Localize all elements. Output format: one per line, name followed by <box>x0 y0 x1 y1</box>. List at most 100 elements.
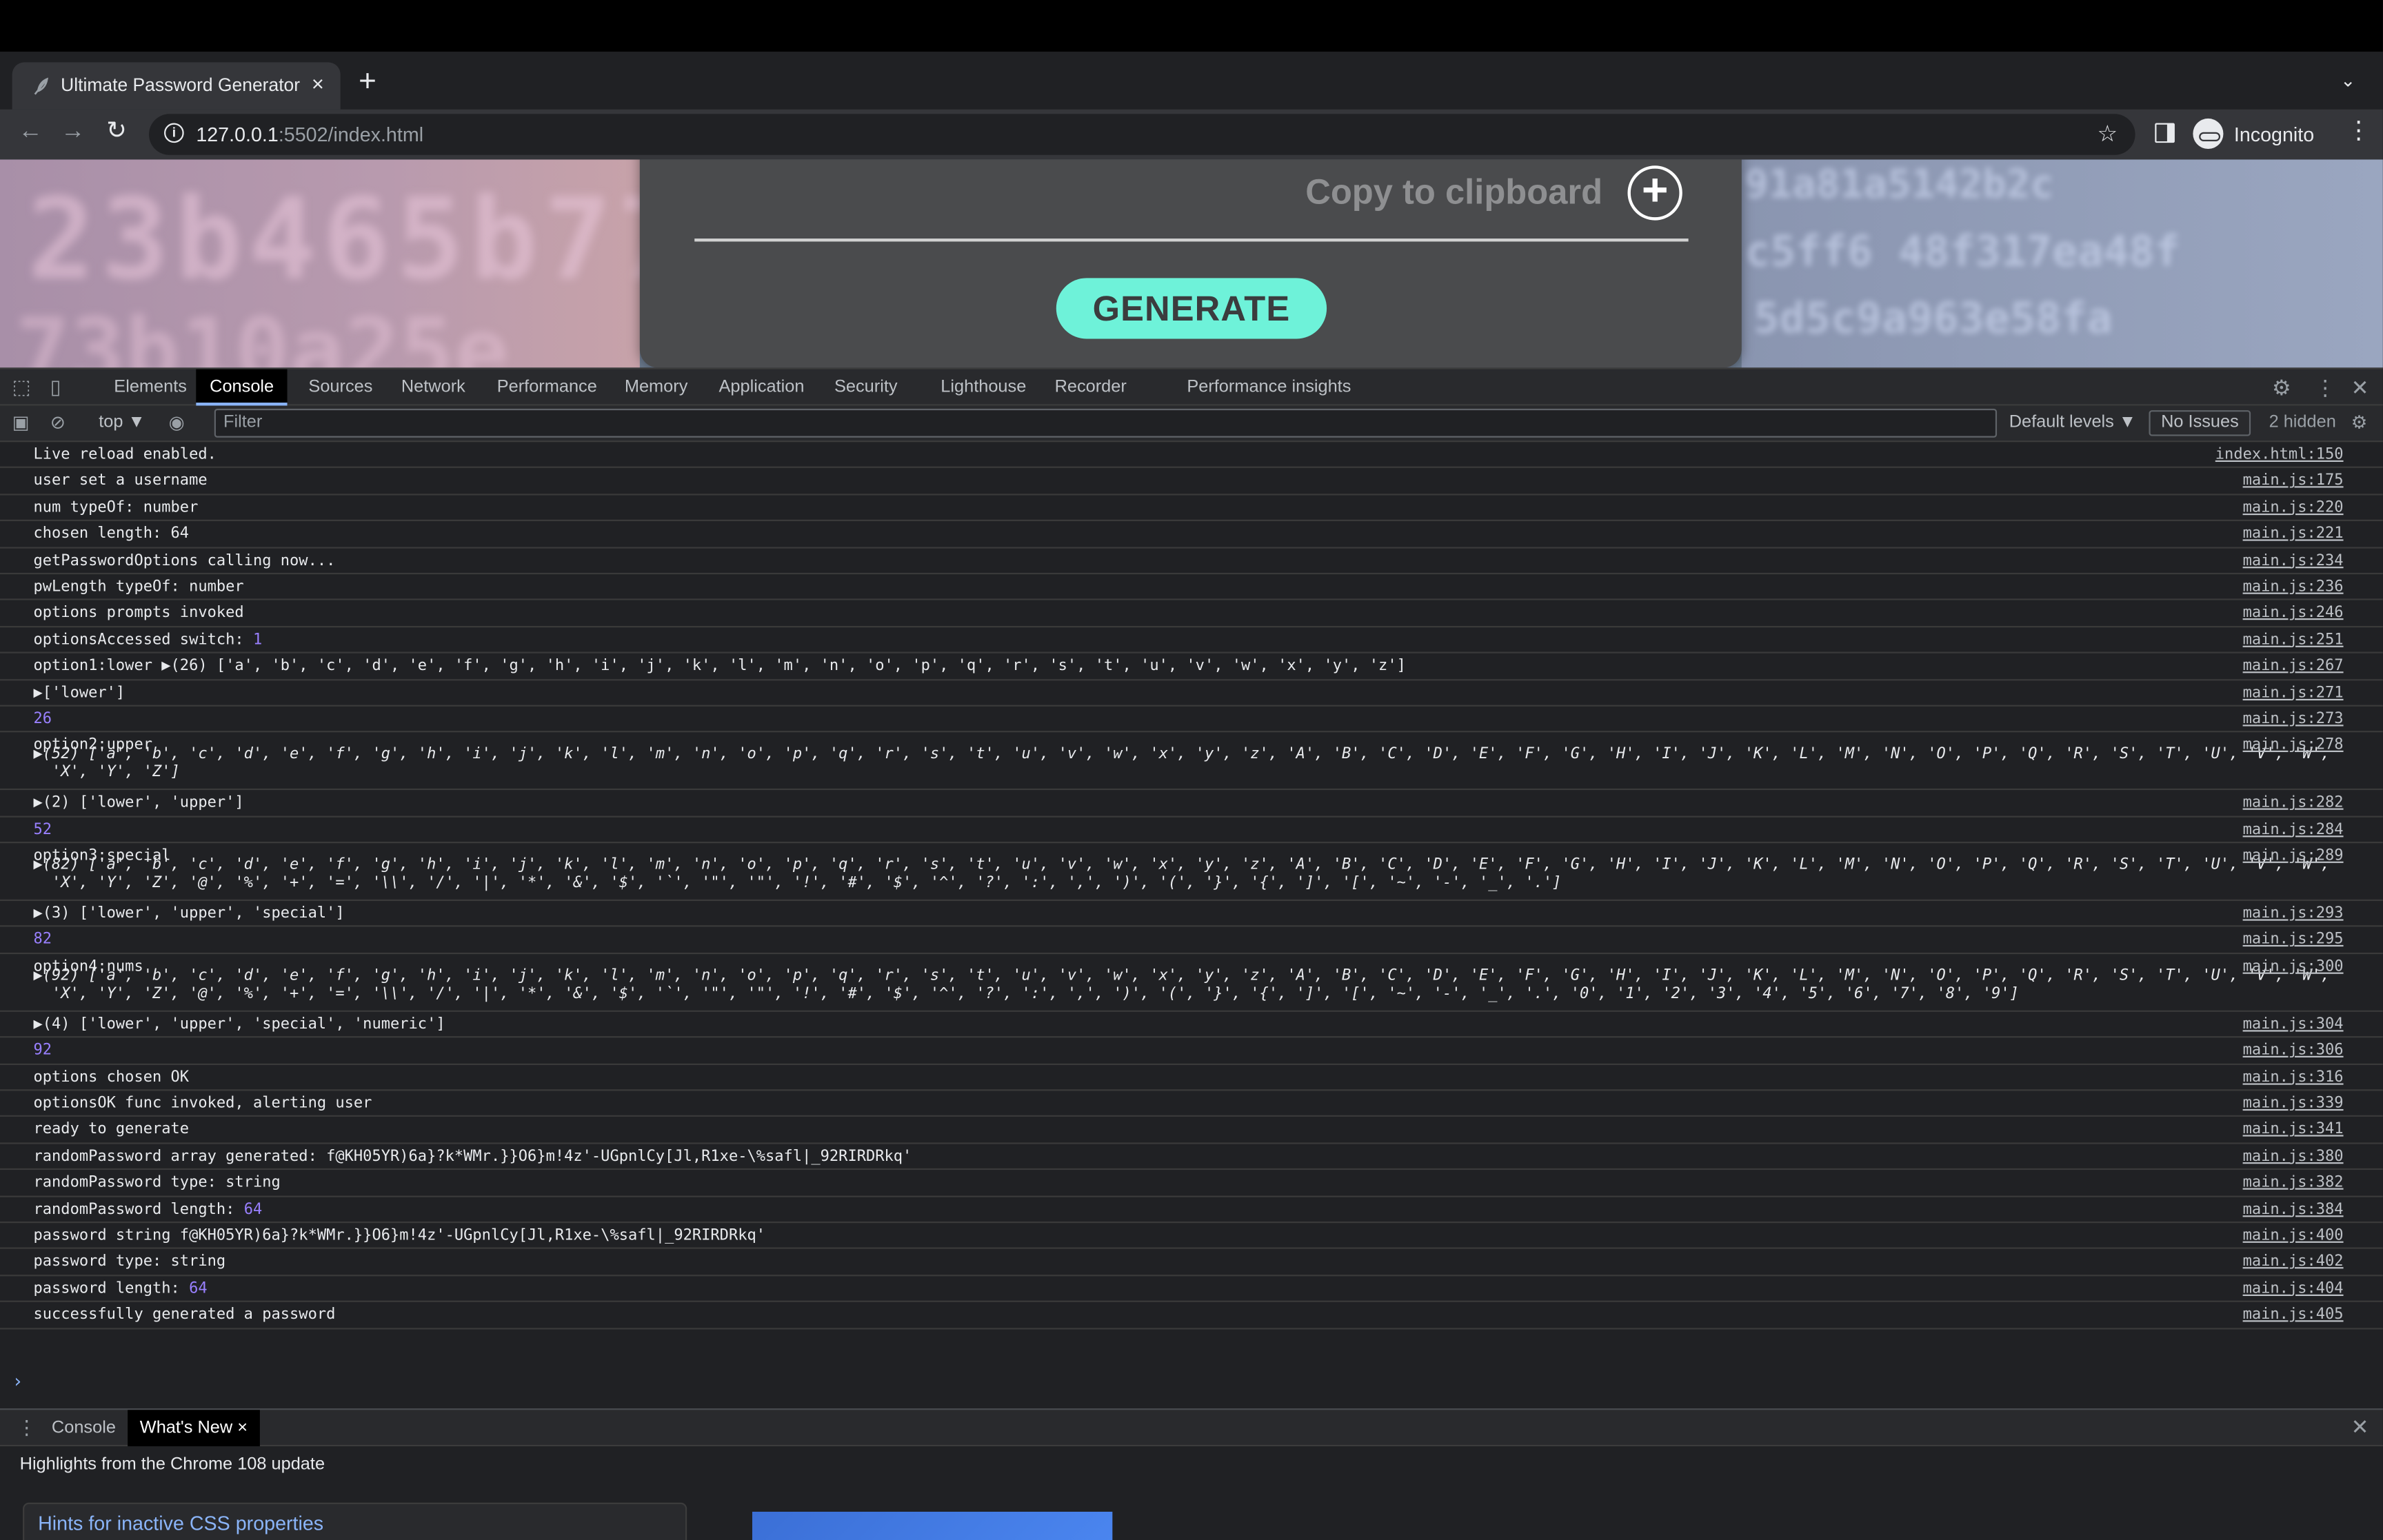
live-expression-eye-icon[interactable]: ◉ <box>169 412 185 433</box>
console-source-link[interactable]: main.js:300 <box>2243 958 2344 975</box>
issues-button[interactable]: No Issues <box>2149 410 2251 436</box>
console-row: randomPassword array generated: f@KH05YR… <box>0 1144 2383 1171</box>
console-source-link[interactable]: main.js:278 <box>2243 738 2344 754</box>
console-source-link[interactable]: main.js:380 <box>2243 1148 2344 1165</box>
devtools-menu-icon[interactable]: ⋮ <box>2315 375 2336 401</box>
drawer-tab-whats-new[interactable]: What's New × <box>128 1410 260 1447</box>
console-source-link[interactable]: main.js:175 <box>2243 473 2344 489</box>
console-source-link[interactable]: main.js:220 <box>2243 500 2344 516</box>
devtools-tab-console[interactable]: Console <box>196 369 288 406</box>
device-toolbar-icon[interactable]: ▯ <box>50 375 61 399</box>
url-path: :5502/index.html <box>278 123 424 146</box>
filter-input[interactable]: Filter <box>214 408 1998 438</box>
tab-close-icon[interactable]: × <box>312 72 324 96</box>
console-source-link[interactable]: main.js:236 <box>2243 579 2344 596</box>
console-message: options chosen OK <box>33 1069 189 1086</box>
new-tab-button[interactable]: + <box>359 67 376 97</box>
console-settings-icon[interactable]: ⚙ <box>2351 412 2368 433</box>
console-number: 26 <box>33 711 52 728</box>
feather-icon <box>34 77 49 95</box>
reload-icon[interactable]: ↻ <box>106 119 127 146</box>
devtools-tab-sources[interactable]: Sources <box>305 369 376 406</box>
drawer-tab-close-icon[interactable]: × <box>237 1419 248 1437</box>
drawer-tab-console[interactable]: Console <box>52 1419 116 1437</box>
console-message: optionsOK func invoked, alerting user <box>33 1095 372 1112</box>
console-source-link[interactable]: main.js:405 <box>2243 1307 2344 1324</box>
bg-text-left-1: 23b465b77 <box>27 174 692 306</box>
devtools-tab-bar: ⬚ ▯ Elements Console Sources Network Perform… <box>0 367 2383 406</box>
console-row: pwLength typeOf: number main.js:236 <box>0 574 2383 601</box>
console-prompt[interactable]: › <box>12 1370 23 1392</box>
devtools-tab-elements[interactable]: Elements <box>111 369 190 406</box>
console-source-link[interactable]: main.js:234 <box>2243 552 2344 569</box>
feature-card[interactable]: Hints for inactive CSS properties <box>23 1502 687 1540</box>
tab-search-chevron-icon[interactable]: ⌄ <box>2340 70 2355 91</box>
console-source-link[interactable]: main.js:304 <box>2243 1016 2344 1033</box>
console-source-link[interactable]: main.js:384 <box>2243 1201 2344 1217</box>
console-source-link[interactable]: main.js:400 <box>2243 1228 2344 1244</box>
background-left-panel: 23b465b77 73b10a25e <box>0 159 685 368</box>
copy-to-clipboard-label[interactable]: Copy to clipboard <box>1305 172 1602 213</box>
forward-arrow-icon[interactable]: → <box>61 119 85 146</box>
console-source-link[interactable]: main.js:404 <box>2243 1280 2344 1297</box>
drawer-menu-icon[interactable]: ⋮ <box>17 1416 37 1440</box>
console-source-link[interactable]: main.js:271 <box>2243 685 2344 701</box>
console-source-link[interactable]: main.js:221 <box>2243 526 2344 543</box>
console-source-link[interactable]: main.js:293 <box>2243 906 2344 922</box>
copy-plus-icon[interactable]: + <box>1627 165 1682 221</box>
console-source-link[interactable]: main.js:251 <box>2243 631 2344 648</box>
inspect-element-icon[interactable]: ⬚ <box>12 375 31 399</box>
console-number: 64 <box>243 1201 263 1218</box>
site-info-icon[interactable]: i <box>164 123 184 143</box>
console-source-link[interactable]: main.js:273 <box>2243 711 2344 727</box>
console-source-link[interactable]: main.js:382 <box>2243 1175 2344 1191</box>
console-array-line[interactable]: ▶(82) ['a', 'b', 'c', 'd', 'e', 'f', 'g'… <box>33 857 2330 873</box>
bookmark-star-icon[interactable]: ☆ <box>2098 120 2118 147</box>
sidebar-toggle-icon[interactable]: ▣ <box>12 412 30 433</box>
devtools-tab-network[interactable]: Network <box>398 369 468 406</box>
drawer-close-icon[interactable]: ✕ <box>2351 1415 2369 1440</box>
console-source-link[interactable]: main.js:339 <box>2243 1095 2344 1112</box>
console-array-line[interactable]: ▶(52) ['a', 'b', 'c', 'd', 'e', 'f', 'g'… <box>33 747 2330 763</box>
console-source-link[interactable]: index.html:150 <box>2215 447 2344 463</box>
browser-menu-icon[interactable]: ⋮ <box>2346 119 2371 146</box>
devtools-tab-performance-insights[interactable]: Performance insights <box>1184 369 1354 406</box>
devtools-tab-security[interactable]: Security <box>832 369 901 406</box>
console-source-link[interactable]: main.js:282 <box>2243 795 2344 811</box>
console-source-link[interactable]: main.js:284 <box>2243 822 2344 838</box>
browser-tab[interactable]: Ultimate Password Generator × <box>12 62 341 110</box>
console-row: ready to generate main.js:341 <box>0 1117 2383 1144</box>
console-source-link[interactable]: main.js:341 <box>2243 1122 2344 1138</box>
address-bar[interactable]: i 127.0.0.1:5502/index.html ☆ <box>148 114 2135 155</box>
console-source-link[interactable]: main.js:295 <box>2243 932 2344 949</box>
devtools-tab-memory[interactable]: Memory <box>621 369 690 406</box>
console-source-link[interactable]: main.js:246 <box>2243 605 2344 622</box>
console-row: option4:nums ▶(92) ['a', 'b', 'c', 'd', '… <box>0 954 2383 1012</box>
console-message-text: optionsOK func invoked, alerting user <box>33 1095 372 1113</box>
devtools-tab-recorder[interactable]: Recorder <box>1052 369 1129 406</box>
console-source-link[interactable]: main.js:289 <box>2243 848 2344 864</box>
filter-placeholder: Filter <box>223 413 263 432</box>
log-levels-dropdown[interactable]: Default levels ▼ <box>2009 413 2136 431</box>
browser-toolbar: ← → ↻ i 127.0.0.1:5502/index.html ☆ Inco… <box>0 109 2383 160</box>
url-text[interactable]: 127.0.0.1:5502/index.html <box>196 123 423 146</box>
console-array-line[interactable]: ▶(92) ['a', 'b', 'c', 'd', 'e', 'f', 'g'… <box>33 968 2330 984</box>
generate-button[interactable]: GENERATE <box>1056 278 1327 339</box>
console-row: 82 main.js:295 <box>0 927 2383 954</box>
devtools-tab-application[interactable]: Application <box>716 369 807 406</box>
console-source-link[interactable]: main.js:306 <box>2243 1042 2344 1059</box>
clear-console-icon[interactable]: ⊘ <box>50 412 66 433</box>
console-row: user set a username main.js:175 <box>0 469 2383 496</box>
devtools-tab-lighthouse[interactable]: Lighthouse <box>938 369 1029 406</box>
feature-card-title[interactable]: Hints for inactive CSS properties <box>38 1512 323 1534</box>
devtools-settings-icon[interactable]: ⚙ <box>2272 375 2291 401</box>
context-selector[interactable]: top ▼ <box>99 413 145 431</box>
console-message: pwLength typeOf: number <box>33 579 243 596</box>
devtools-close-icon[interactable]: ✕ <box>2351 375 2369 401</box>
side-panel-icon[interactable] <box>2155 123 2175 143</box>
console-source-link[interactable]: main.js:402 <box>2243 1254 2344 1270</box>
console-source-link[interactable]: main.js:267 <box>2243 658 2344 675</box>
back-arrow-icon[interactable]: ← <box>18 119 42 146</box>
console-source-link[interactable]: main.js:316 <box>2243 1069 2344 1086</box>
devtools-tab-performance[interactable]: Performance <box>494 369 600 406</box>
